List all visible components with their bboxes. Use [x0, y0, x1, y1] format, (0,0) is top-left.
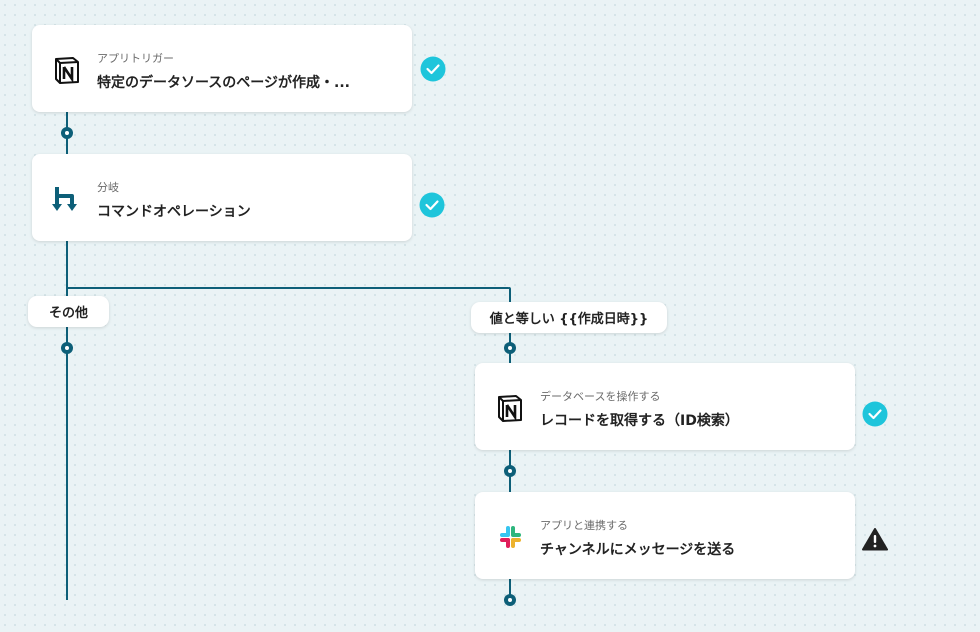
- add-step-button[interactable]: [61, 342, 73, 354]
- add-step-button[interactable]: [504, 465, 516, 477]
- step-card-trigger[interactable]: アプリトリガー 特定のデータソースのページが作成・...: [32, 25, 412, 112]
- branch-connector-line: [66, 287, 510, 289]
- add-step-button[interactable]: [504, 594, 516, 606]
- branch-label-condition[interactable]: 値と等しい {{作成日時}}: [471, 302, 667, 333]
- notion-icon: [52, 55, 82, 85]
- step-title: コマンドオペレーション: [97, 204, 251, 220]
- check-icon: [862, 401, 888, 427]
- connector-line: [66, 241, 68, 600]
- branch-icon: [52, 184, 82, 214]
- add-step-button[interactable]: [61, 127, 73, 139]
- step-card-get-record[interactable]: データベースを操作する レコードを取得する（ID検索）: [475, 363, 855, 450]
- branch-label-other[interactable]: その他: [28, 296, 109, 327]
- step-subtitle: データベースを操作する: [540, 390, 661, 403]
- step-title: レコードを取得する（ID検索）: [540, 413, 739, 429]
- step-subtitle: アプリと連携する: [540, 519, 628, 532]
- warning-icon: [862, 528, 888, 555]
- check-icon: [419, 192, 445, 218]
- step-card-slack[interactable]: アプリと連携する チャンネルにメッセージを送る: [475, 492, 855, 579]
- step-card-branch[interactable]: 分岐 コマンドオペレーション: [32, 154, 412, 241]
- step-title: チャンネルにメッセージを送る: [540, 542, 736, 558]
- step-subtitle: アプリトリガー: [97, 52, 174, 65]
- notion-icon: [495, 393, 525, 423]
- add-step-button[interactable]: [504, 342, 516, 354]
- slack-icon: [495, 522, 525, 552]
- step-title: 特定のデータソースのページが作成・...: [97, 75, 350, 91]
- step-subtitle: 分岐: [97, 181, 119, 194]
- check-icon: [420, 56, 446, 82]
